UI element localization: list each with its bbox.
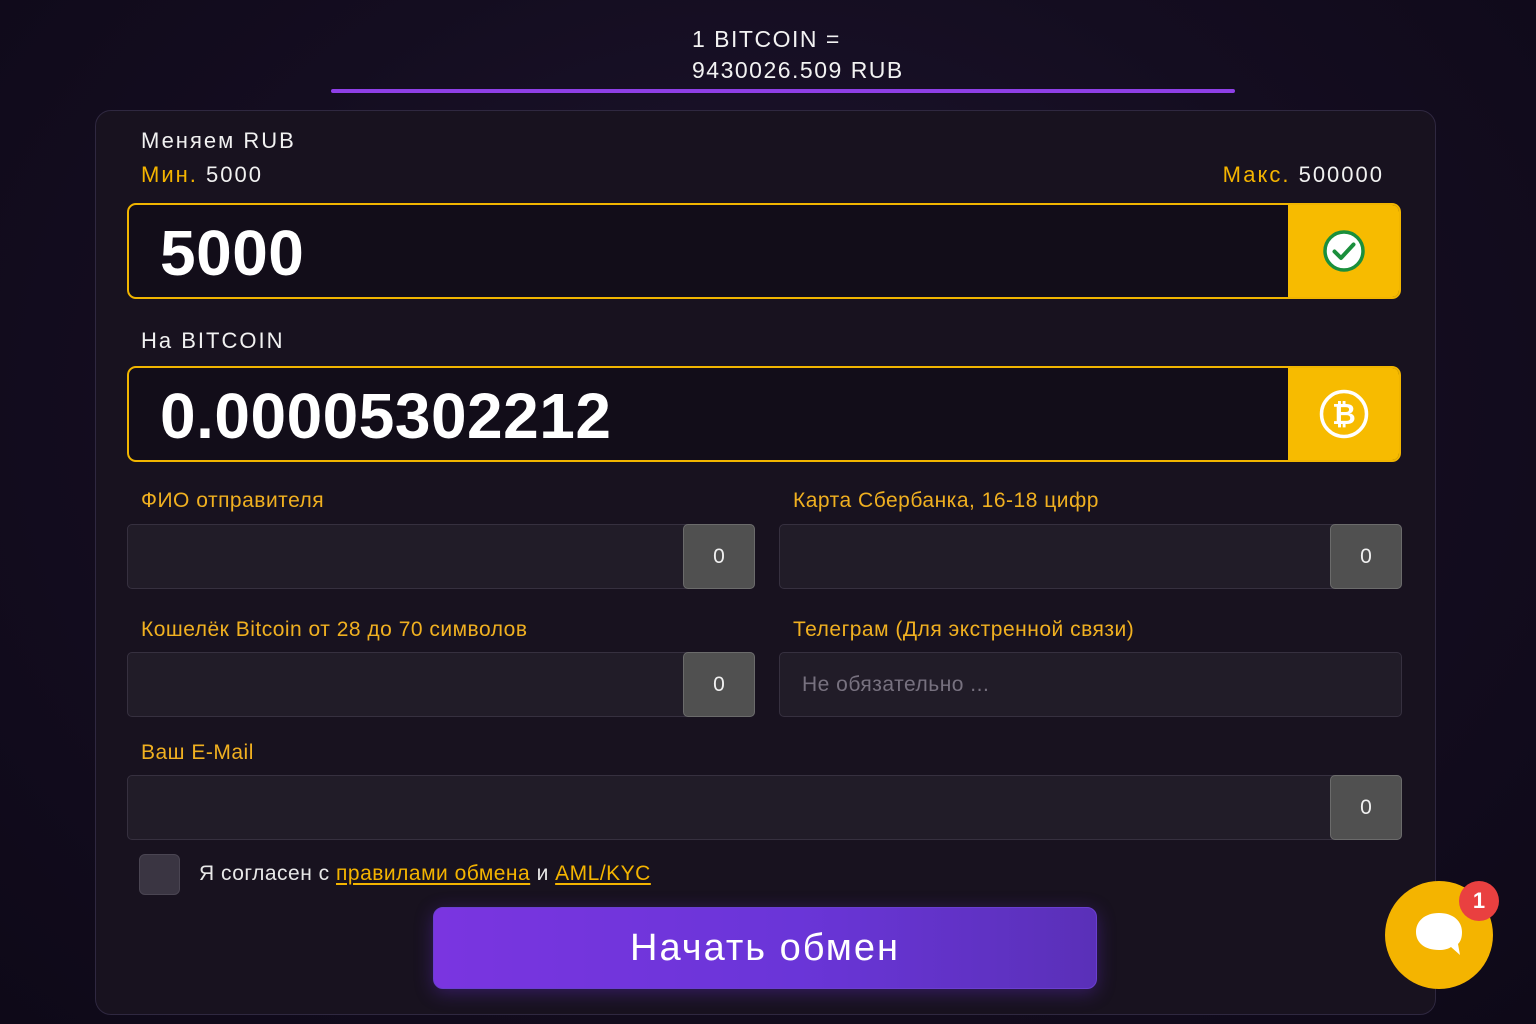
agree-checkbox[interactable] (139, 854, 180, 895)
to-currency-title: На BITCOIN (141, 328, 285, 353)
telegram-label: Телеграм (Для экстренной связи) (793, 618, 1135, 641)
max-limit-label: Макс. (1222, 162, 1291, 187)
email-counter: 0 (1330, 775, 1402, 840)
wallet-label: Кошелёк Bitcoin от 28 до 70 символов (141, 618, 528, 641)
sender-name-label: ФИО отправителя (141, 489, 325, 512)
telegram-input[interactable] (780, 653, 1401, 716)
min-limit: Мин. 5000 (141, 162, 263, 188)
receive-amount-field[interactable]: 0.00005302212 ₿ (127, 366, 1401, 462)
max-limit-value: 500000 (1298, 162, 1384, 187)
wallet-field[interactable]: 0 (127, 652, 755, 717)
exchange-rate: 1 BITCOIN = 9430026.509 RUB (692, 24, 904, 86)
card-number-input[interactable] (780, 525, 1401, 588)
exchange-rate-line2: 9430026.509 RUB (692, 57, 904, 83)
rate-divider (331, 89, 1235, 93)
card-number-field[interactable]: 0 (779, 524, 1402, 589)
chat-bubble-icon (1416, 913, 1462, 955)
card-number-counter: 0 (1330, 524, 1402, 589)
min-limit-value: 5000 (206, 162, 263, 187)
exchange-rules-link[interactable]: правилами обмена (336, 862, 530, 885)
agreement-text: Я согласен с правилами обмена и AML/KYC (199, 862, 651, 886)
sender-name-field[interactable]: 0 (127, 524, 755, 589)
check-circle-icon (1322, 230, 1365, 272)
telegram-field[interactable] (779, 652, 1402, 717)
card-number-label: Карта Сбербанка, 16-18 цифр (793, 489, 1099, 512)
start-exchange-button[interactable]: Начать обмен (433, 907, 1097, 989)
from-currency-title: Меняем RUB (141, 128, 296, 153)
email-label: Ваш E-Mail (141, 741, 254, 764)
min-limit-label: Мин. (141, 162, 198, 187)
bitcoin-icon: ₿ (1319, 389, 1368, 439)
email-input[interactable] (128, 776, 1401, 839)
sender-name-counter: 0 (683, 524, 755, 589)
agreement-conjunction: и (536, 862, 549, 885)
receive-amount-value[interactable]: 0.00005302212 (160, 368, 611, 460)
sender-name-input[interactable] (128, 525, 754, 588)
max-limit: Макс. 500000 (1223, 162, 1384, 188)
send-amount-value[interactable]: 5000 (160, 205, 304, 297)
send-amount-field[interactable]: 5000 (127, 203, 1401, 299)
send-amount-status (1288, 205, 1399, 297)
wallet-input[interactable] (128, 653, 754, 716)
svg-text:₿: ₿ (1332, 397, 1356, 431)
exchange-rate-line1: 1 BITCOIN = (692, 26, 841, 52)
aml-kyc-link[interactable]: AML/KYC (555, 862, 651, 885)
receive-currency-badge: ₿ (1288, 368, 1399, 460)
agreement-prefix: Я согласен с (199, 862, 330, 885)
email-field[interactable]: 0 (127, 775, 1402, 840)
chat-notification-badge: 1 (1459, 881, 1499, 921)
wallet-counter: 0 (683, 652, 755, 717)
